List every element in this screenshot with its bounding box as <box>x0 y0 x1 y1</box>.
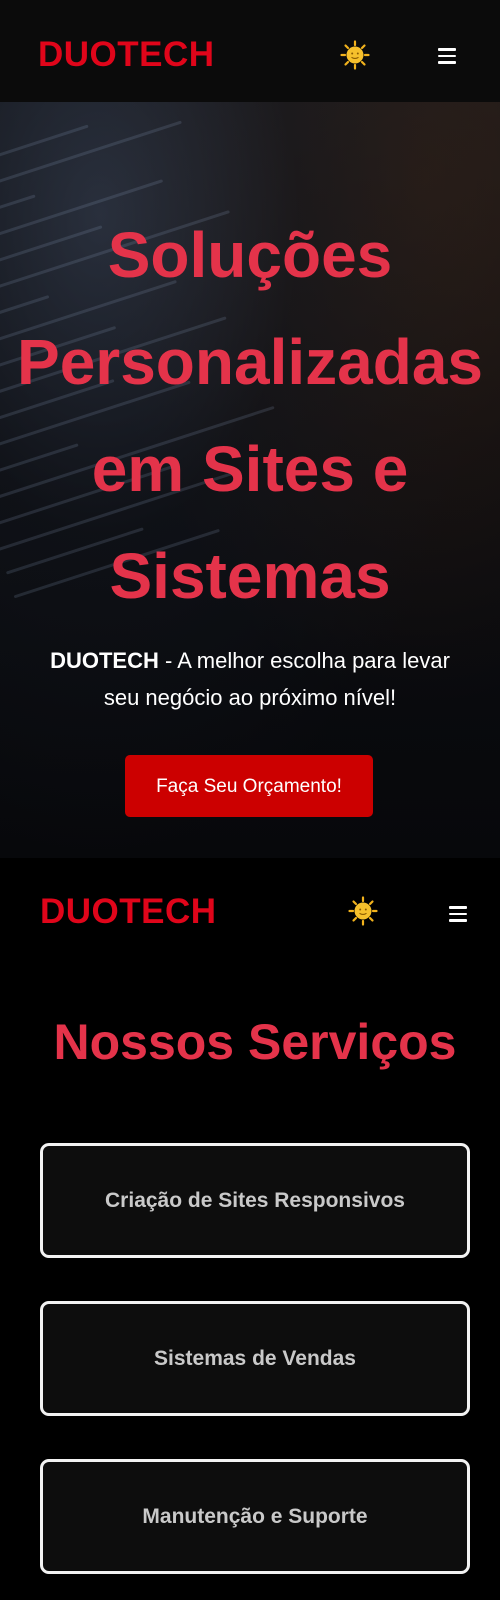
hero-subtitle: DUOTECH - A melhor escolha para levar se… <box>30 642 470 716</box>
service-card-label: Manutenção e Suporte <box>142 1504 368 1528</box>
services-title: Nossos Serviços <box>53 1014 457 1070</box>
services-header: DUOTECH <box>0 858 500 960</box>
service-card-label: Criação de Sites Responsivos <box>105 1188 405 1212</box>
service-card[interactable]: Sistemas de Vendas <box>40 1301 470 1416</box>
hero-title: Soluções Personalizadas em Sites e Siste… <box>17 219 483 612</box>
logo[interactable]: DUOTECH <box>38 37 215 72</box>
hero-section: Soluções Personalizadas em Sites e Siste… <box>0 102 500 858</box>
hero-subtitle-brand: DUOTECH <box>50 648 159 673</box>
hamburger-menu-icon[interactable] <box>445 906 471 926</box>
site-header: DUOTECH <box>0 0 500 102</box>
quote-button[interactable]: Faça Seu Orçamento! <box>125 755 373 817</box>
hamburger-menu-icon[interactable] <box>434 48 460 68</box>
service-card[interactable]: Criação de Sites Responsivos <box>40 1143 470 1258</box>
logo[interactable]: DUOTECH <box>40 894 217 929</box>
sun-icon[interactable] <box>348 896 378 926</box>
sun-icon[interactable] <box>340 40 370 70</box>
service-card-label: Sistemas de Vendas <box>154 1346 356 1370</box>
page: DUOTECH Soluções Personalizadas em Sites… <box>0 0 500 1600</box>
service-card[interactable]: Manutenção e Suporte <box>40 1459 470 1574</box>
